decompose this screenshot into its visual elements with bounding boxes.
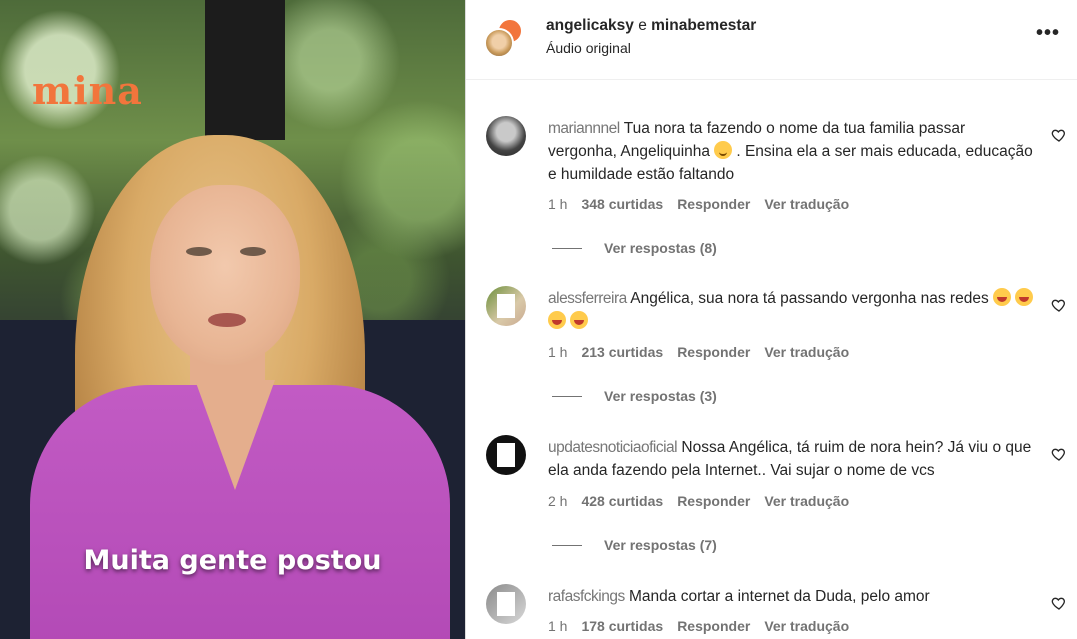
mina-logo: mina	[32, 68, 143, 113]
comment-time: 1 h	[548, 618, 568, 634]
reply-button[interactable]: Responder	[677, 493, 750, 509]
comment-username[interactable]: updatesnoticiaoficial	[548, 439, 678, 456]
collab-link[interactable]: minabemestar	[651, 17, 756, 34]
view-replies-button[interactable]: Ver respostas (3)	[552, 388, 717, 404]
avatar-redaction	[497, 443, 515, 467]
comment-avatar[interactable]	[486, 116, 526, 156]
view-replies-label: Ver respostas (7)	[604, 537, 717, 553]
comment-body: Manda cortar a internet da Duda, pelo am…	[629, 588, 930, 605]
angelicaksy-avatar	[484, 28, 514, 58]
translate-button[interactable]: Ver tradução	[764, 618, 849, 634]
heart-icon[interactable]	[1051, 595, 1067, 611]
post-authors: angelicaksy e minabemestar	[546, 17, 756, 35]
comment-time: 1 h	[548, 196, 568, 212]
collab-avatars[interactable]	[484, 18, 523, 58]
comment-likes[interactable]: 428 curtidas	[581, 493, 663, 509]
comment-username[interactable]: mariannnel	[548, 120, 620, 137]
scroll-fade	[466, 80, 1077, 88]
replies-line	[552, 544, 582, 546]
laughing-face-icon	[993, 288, 1012, 306]
comment-text: updatesnoticiaoficial Nossa Angélica, tá…	[548, 436, 1038, 482]
presenter-face	[150, 185, 300, 365]
comment-likes[interactable]: 213 curtidas	[581, 344, 663, 360]
translate-button[interactable]: Ver tradução	[764, 493, 849, 509]
heart-icon[interactable]	[1051, 127, 1067, 143]
translate-button[interactable]: Ver tradução	[764, 344, 849, 360]
reply-button[interactable]: Responder	[677, 196, 750, 212]
comment-time: 2 h	[548, 493, 568, 509]
reply-button[interactable]: Responder	[677, 344, 750, 360]
author-connector: e	[633, 17, 652, 34]
comment-username[interactable]: rafasfckings	[548, 588, 625, 605]
more-options-button[interactable]: •••	[1036, 22, 1060, 45]
translate-button[interactable]: Ver tradução	[764, 196, 849, 212]
laughing-face-icon	[570, 311, 588, 329]
presenter-mouth	[208, 313, 246, 327]
avatar-redaction	[497, 294, 515, 318]
comment-body: Angélica, sua nora tá passando vergonha …	[630, 290, 989, 307]
comment-likes[interactable]: 348 curtidas	[581, 196, 663, 212]
video-caption: Muita gente postou	[83, 545, 382, 576]
comment-text: rafasfckings Manda cortar a internet da …	[548, 585, 1038, 608]
comment-likes[interactable]: 178 curtidas	[581, 618, 663, 634]
comment-meta: 1 h 178 curtidas Responder Ver tradução	[548, 618, 863, 634]
comments-panel: angelicaksy e minabemestar Áudio origina…	[465, 0, 1077, 639]
comment-text: alessferreira Angélica, sua nora tá pass…	[548, 287, 1038, 333]
view-replies-button[interactable]: Ver respostas (7)	[552, 537, 717, 553]
laughing-face-icon	[548, 311, 566, 329]
presenter-eye-right	[240, 247, 266, 256]
presenter-collar	[195, 380, 275, 490]
smiling-face-icon	[714, 141, 733, 159]
audio-link[interactable]: Áudio original	[546, 40, 631, 56]
comment-time: 1 h	[548, 344, 568, 360]
comment-avatar[interactable]	[486, 286, 526, 326]
comment-meta: 1 h 213 curtidas Responder Ver tradução	[548, 344, 863, 360]
view-replies-label: Ver respostas (3)	[604, 388, 717, 404]
comment-meta: 1 h 348 curtidas Responder Ver tradução	[548, 196, 863, 212]
avatar-redaction	[497, 592, 515, 616]
view-replies-label: Ver respostas (8)	[604, 240, 717, 256]
comment-avatar[interactable]	[486, 435, 526, 475]
comment-meta: 2 h 428 curtidas Responder Ver tradução	[548, 493, 863, 509]
reply-button[interactable]: Responder	[677, 618, 750, 634]
heart-icon[interactable]	[1051, 446, 1067, 462]
view-replies-button[interactable]: Ver respostas (8)	[552, 240, 717, 256]
reel-video[interactable]: mina Muita gente postou	[0, 0, 465, 639]
background-pillar	[205, 0, 285, 140]
heart-icon[interactable]	[1051, 297, 1067, 313]
comment-username[interactable]: alessferreira	[548, 290, 627, 307]
replies-line	[552, 395, 582, 397]
laughing-face-icon	[1015, 288, 1034, 306]
post-header: angelicaksy e minabemestar Áudio origina…	[466, 0, 1077, 80]
author-link[interactable]: angelicaksy	[546, 17, 634, 34]
comment-text: mariannnel Tua nora ta fazendo o nome da…	[548, 117, 1038, 186]
comment-avatar[interactable]	[486, 584, 526, 624]
presenter-eye-left	[186, 247, 212, 256]
replies-line	[552, 247, 582, 249]
